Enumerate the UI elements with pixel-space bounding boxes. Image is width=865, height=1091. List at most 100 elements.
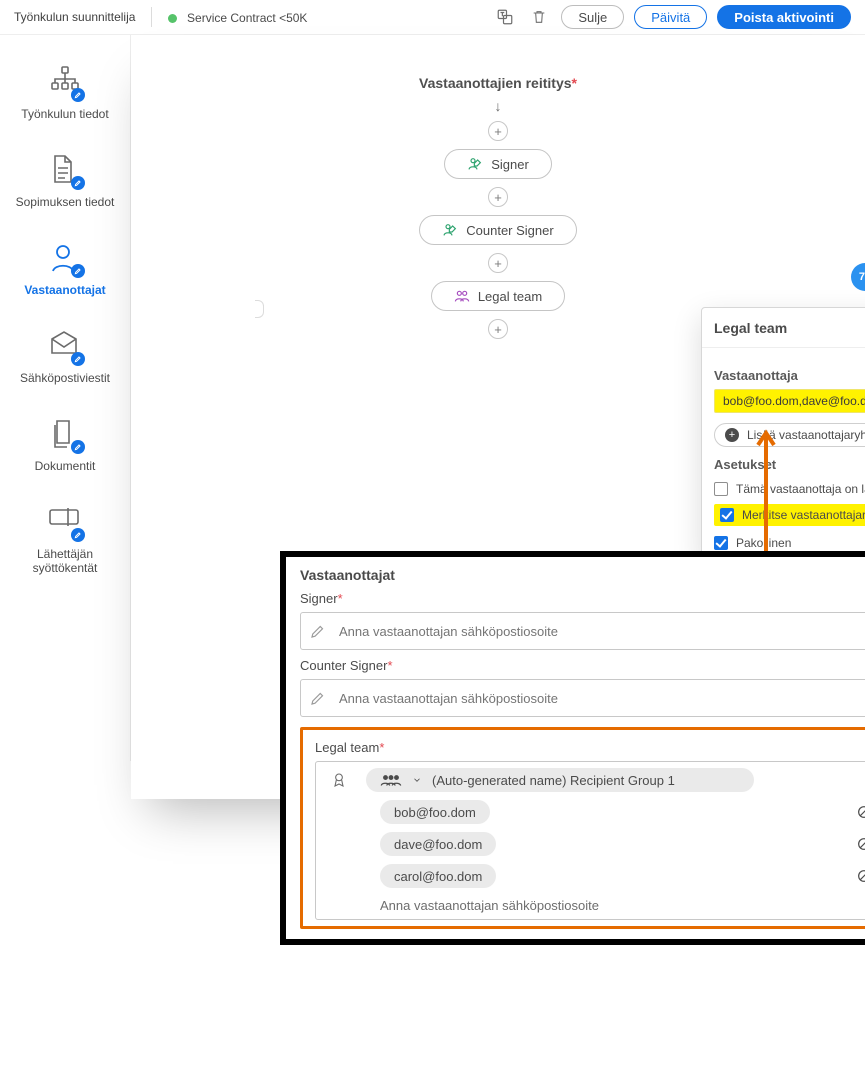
app-title: Työnkulun suunnittelija [14,10,135,24]
sidebar-item-recipients[interactable]: Vastaanottajat [0,229,130,317]
signer-field[interactable]: Ei mitään [300,612,865,650]
signer-email-input[interactable] [337,623,865,640]
overlay-title: Vastaanottajat [300,567,865,583]
sidebar-item-label: Työnkulun tiedot [21,107,108,121]
sidebar-item-emails[interactable]: Sähköpostiviestit [0,317,130,405]
group-add-email-hint[interactable]: Anna vastaanottajan sähköpostiosoite [380,898,865,913]
flow-node-legal-team[interactable]: Legal team [431,281,565,311]
member-email: carol@foo.dom [394,869,482,884]
add-node-button[interactable]: + [488,187,508,207]
ribbon-icon [331,771,347,789]
sidebar-item-agreement-info[interactable]: Sopimuksen tiedot [0,141,130,229]
option-required[interactable]: Pakollinen [714,536,865,550]
input-icon [48,505,82,539]
prohibit-icon [856,868,865,884]
edge-bubble-value: 72 [859,271,865,283]
trash-icon[interactable] [527,5,551,29]
group-icon [454,288,470,304]
person-pen-icon [442,222,458,238]
document-icon [48,153,82,187]
top-bar: Työnkulun suunnittelija Service Contract… [0,0,865,35]
edit-badge-icon [71,528,85,542]
status-group: Service Contract <50K [168,10,307,25]
flow-node-label: Counter Signer [466,223,553,238]
signer-email-input[interactable] [337,690,865,707]
revoke-activation-button[interactable]: Poista aktivointi [717,5,851,29]
option-sender[interactable]: Tämä vastaanottaja on lähettäjä. [714,482,865,496]
signer-field[interactable]: Ei mitään [300,679,865,717]
edit-badge-icon [71,440,85,454]
sidebar-item-label: Sopimuksen tiedot [16,195,115,209]
arrow-down-icon: ↓ [495,99,502,113]
checkbox[interactable] [714,536,728,550]
update-button[interactable]: Päivitä [634,5,707,29]
pen-icon [309,689,327,707]
add-group-label: Lisää vastaanottajaryhmä [747,428,865,442]
recipients-csv-field[interactable]: bob@foo.dom,dave@foo.dom,carol@foo.dom [714,389,865,413]
add-node-button[interactable]: + [488,319,508,339]
checkbox[interactable] [714,482,728,496]
documents-icon [48,417,82,451]
prohibit-icon [856,804,865,820]
member-chip[interactable]: bob@foo.dom [380,800,490,824]
group-auto-name: (Auto-generated name) Recipient Group 1 [432,773,675,788]
flow-node-label: Legal team [478,289,542,304]
sidebar: Työnkulun tiedot Sopimuksen tiedot [0,35,131,761]
sidebar-item-label: Lähettäjän syöttökentät [4,547,126,575]
sidebar-item-workflow-info[interactable]: Työnkulun tiedot [0,53,130,141]
sidebar-collapse-knob[interactable] [255,300,264,318]
person-icon [48,241,82,275]
settings-section-title: Asetukset [714,457,865,472]
sidebar-item-label: Vastaanottajat [24,283,105,297]
status-dot-icon [168,14,177,23]
recipient-section-title: Vastaanottaja [714,368,865,383]
action-select[interactable]: Ei mitään [856,836,865,852]
popover-title: Legal team [714,320,787,336]
pen-icon [309,622,327,640]
people-icon [380,773,402,787]
action-select[interactable]: Ei mitään [856,868,865,884]
sidebar-item-sender-input[interactable]: Lähettäjän syöttökentät [0,493,130,595]
divider [151,7,152,27]
add-node-button[interactable]: + [488,253,508,273]
add-group-button[interactable]: + Lisää vastaanottajaryhmä [714,423,865,447]
chevron-down-icon [412,775,422,785]
plus-icon: + [725,428,739,442]
sidebar-item-label: Dokumentit [35,459,96,473]
member-chip[interactable]: carol@foo.dom [380,864,496,888]
flow-node-signer[interactable]: Signer [444,149,552,179]
add-node-button[interactable]: + [488,121,508,141]
recipients-overlay: Vastaanottajat ? Signer* Ei mitään [280,551,865,945]
flow-node-label: Signer [491,157,529,172]
edit-badge-icon [71,176,85,190]
status-label: Service Contract <50K [187,11,307,25]
flow-title: Vastaanottajien reititys* [419,75,577,91]
close-button[interactable]: Sulje [561,5,624,29]
member-email: dave@foo.dom [394,837,482,852]
edit-badge-icon [71,88,85,102]
option-label: Merkitse vastaanottajaryhmäksi [742,508,865,522]
sidebar-item-label: Sähköpostiviestit [20,371,110,385]
checkbox[interactable] [720,508,734,522]
signer-label: Counter Signer* [300,658,865,673]
flow: Vastaanottajien reititys* ↓ + Signer + [419,75,577,339]
option-mark-group[interactable]: Merkitse vastaanottajaryhmäksi [720,508,865,522]
person-pen-icon [467,156,483,172]
member-email: bob@foo.dom [394,805,476,820]
canvas: 72 Vastaanottajien reititys* ↓ + Signer … [131,35,865,761]
edit-badge-icon [71,264,85,278]
sidebar-item-documents[interactable]: Dokumentit [0,405,130,493]
group-title: Legal team* [315,740,865,755]
member-chip[interactable]: dave@foo.dom [380,832,496,856]
mail-icon [48,329,82,363]
translate-icon[interactable] [493,5,517,29]
prohibit-icon [856,836,865,852]
group-name-chip[interactable]: (Auto-generated name) Recipient Group 1 [366,768,754,792]
legal-team-group: Legal team* [300,727,865,929]
flow-icon [48,65,82,99]
signer-label: Signer* [300,591,865,606]
action-select[interactable]: Ei mitään [856,804,865,820]
flow-node-counter-signer[interactable]: Counter Signer [419,215,576,245]
edit-badge-icon [71,352,85,366]
legal-team-popover: Legal team Vastaanottaja bob@foo.dom,dav… [701,307,865,561]
